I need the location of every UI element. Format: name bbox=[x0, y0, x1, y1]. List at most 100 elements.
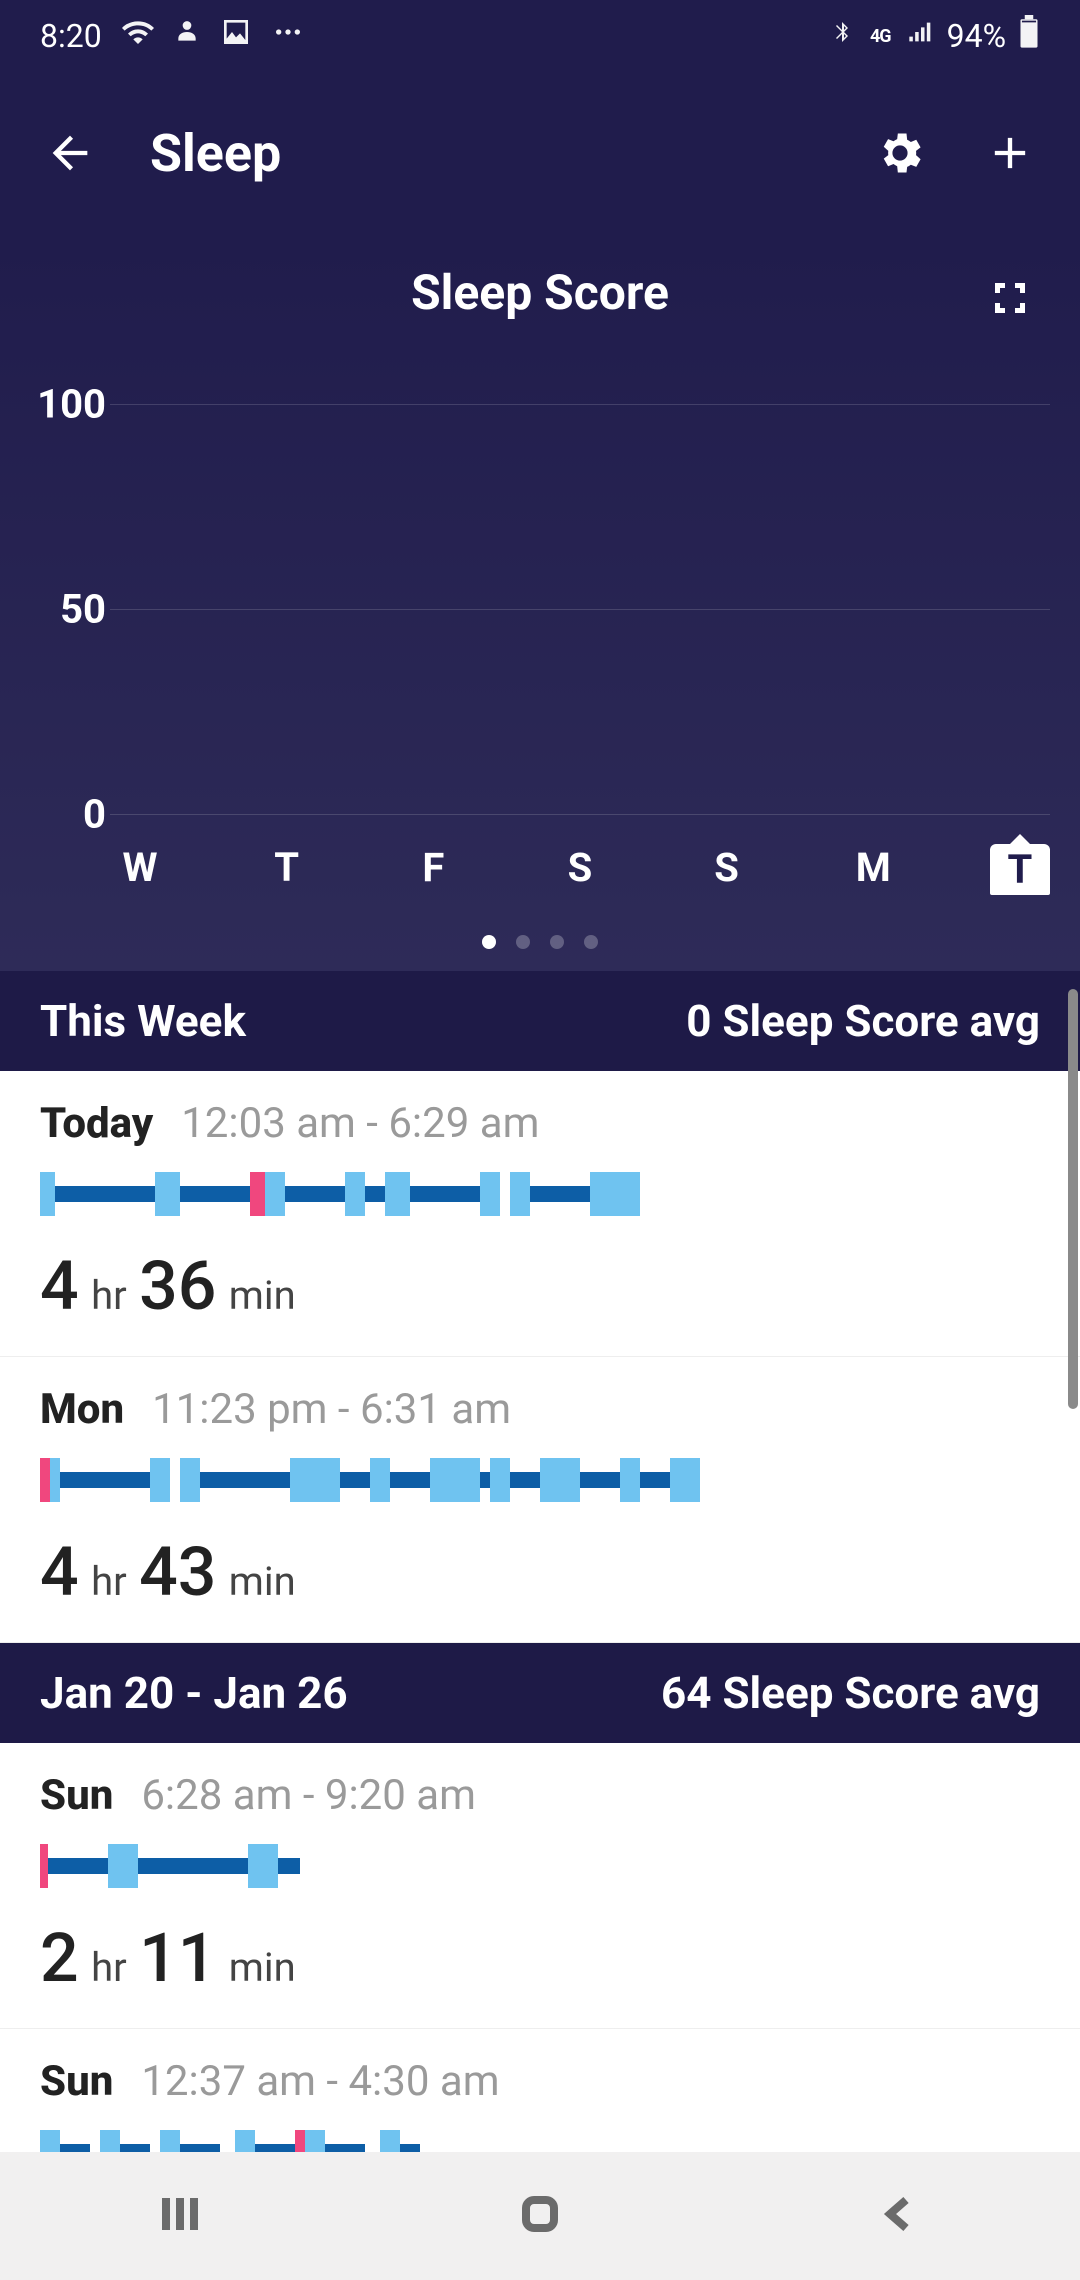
chart-x-label: F bbox=[403, 844, 463, 895]
page-dot[interactable] bbox=[584, 935, 598, 949]
app-bar: Sleep bbox=[0, 72, 1080, 234]
stage-segment bbox=[180, 1458, 200, 1502]
page-dot[interactable] bbox=[482, 935, 496, 949]
stage-segment bbox=[50, 1458, 60, 1502]
network-label: 4G bbox=[870, 26, 891, 47]
home-button[interactable] bbox=[516, 2190, 564, 2242]
stage-segment bbox=[55, 1186, 155, 1202]
battery-text: 94% bbox=[947, 17, 1006, 55]
nav-back-button[interactable] bbox=[876, 2190, 924, 2242]
page-dot[interactable] bbox=[516, 935, 530, 949]
stage-segment bbox=[490, 1458, 510, 1502]
add-button[interactable] bbox=[980, 123, 1040, 183]
stage-segment bbox=[180, 1186, 250, 1202]
stage-segment bbox=[480, 1472, 490, 1488]
entry-duration: 4 hr 36 min bbox=[40, 1246, 1040, 1326]
entry-time-range: 12:03 am - 6:29 am bbox=[181, 1099, 539, 1148]
page-dot[interactable] bbox=[550, 935, 564, 949]
chart-x-label: S bbox=[550, 844, 610, 895]
expand-button[interactable] bbox=[980, 268, 1040, 328]
stage-segment bbox=[155, 1172, 180, 1216]
sleep-entry[interactable]: Sun6:28 am - 9:20 am2 hr 11 min bbox=[0, 1743, 1080, 2029]
chart-y-label: 50 bbox=[60, 586, 106, 633]
sleep-stage-bar bbox=[40, 1844, 1040, 1888]
week-label: Jan 20 - Jan 26 bbox=[40, 1667, 348, 1719]
stage-segment bbox=[480, 1172, 500, 1216]
entry-day: Today bbox=[40, 1099, 153, 1148]
week-label: This Week bbox=[40, 995, 246, 1047]
status-right: 4G 94% bbox=[830, 15, 1040, 57]
sleep-score-chart[interactable]: Sleep Score 100500 WTFSSMT bbox=[0, 234, 1080, 971]
status-left: 8:20 bbox=[40, 16, 304, 56]
user-icon bbox=[174, 16, 200, 56]
battery-icon bbox=[1018, 15, 1040, 57]
page-indicator[interactable] bbox=[0, 935, 1080, 949]
scroll-thumb[interactable] bbox=[1068, 989, 1078, 1409]
stage-segment bbox=[265, 1172, 285, 1216]
entry-day: Sun bbox=[40, 2057, 113, 2106]
entry-duration: 2 hr 11 min bbox=[40, 1918, 1040, 1998]
stage-segment bbox=[285, 1186, 345, 1202]
recents-button[interactable] bbox=[156, 2190, 204, 2242]
stage-segment bbox=[108, 1844, 138, 1888]
stage-segment bbox=[410, 1186, 480, 1202]
chart-gridline bbox=[110, 814, 1050, 815]
stage-segment bbox=[365, 1186, 385, 1202]
stage-segment bbox=[345, 1172, 365, 1216]
stage-segment bbox=[48, 1858, 108, 1874]
entry-time-range: 6:28 am - 9:20 am bbox=[141, 1771, 476, 1820]
chart-title: Sleep Score bbox=[411, 264, 669, 321]
chart-axes: 100500 bbox=[30, 404, 1050, 814]
stage-segment bbox=[150, 1458, 170, 1502]
more-icon bbox=[272, 16, 304, 56]
stage-segment bbox=[340, 1472, 370, 1488]
wifi-icon bbox=[122, 16, 154, 56]
image-icon bbox=[220, 16, 252, 56]
status-bar: 8:20 4G 94% bbox=[0, 0, 1080, 72]
chart-x-label: M bbox=[843, 844, 903, 895]
stage-segment bbox=[200, 1472, 290, 1488]
chart-x-label: S bbox=[697, 844, 757, 895]
back-button[interactable] bbox=[40, 123, 100, 183]
stage-segment bbox=[248, 1844, 278, 1888]
stage-segment bbox=[530, 1186, 590, 1202]
chart-x-labels: WTFSSMT bbox=[110, 844, 1050, 895]
chart-gridline bbox=[110, 609, 1050, 610]
stage-segment bbox=[385, 1172, 410, 1216]
stage-segment bbox=[510, 1172, 530, 1216]
stage-segment bbox=[510, 1472, 540, 1488]
stage-segment bbox=[540, 1458, 580, 1502]
week-score: 64 Sleep Score avg bbox=[661, 1667, 1040, 1719]
stage-segment bbox=[250, 1172, 265, 1216]
chart-y-label: 100 bbox=[37, 381, 106, 428]
stage-segment bbox=[40, 1172, 55, 1216]
stage-segment bbox=[40, 1844, 48, 1888]
stage-segment bbox=[640, 1472, 670, 1488]
stage-segment bbox=[590, 1172, 640, 1216]
status-time: 8:20 bbox=[40, 17, 102, 55]
sleep-stage-bar bbox=[40, 1172, 1040, 1216]
chart-gridline bbox=[110, 404, 1050, 405]
week-score: 0 Sleep Score avg bbox=[686, 995, 1040, 1047]
chart-x-label: T bbox=[257, 844, 317, 895]
stage-segment bbox=[620, 1458, 640, 1502]
chart-x-label: W bbox=[110, 844, 170, 895]
stage-segment bbox=[670, 1458, 700, 1502]
page-title: Sleep bbox=[150, 123, 820, 184]
stage-segment bbox=[580, 1472, 620, 1488]
entry-time-range: 12:37 am - 4:30 am bbox=[141, 2057, 499, 2106]
settings-button[interactable] bbox=[870, 123, 930, 183]
stage-segment bbox=[278, 1858, 300, 1874]
stage-segment bbox=[390, 1472, 430, 1488]
sleep-entry[interactable]: Mon11:23 pm - 6:31 am4 hr 43 min bbox=[0, 1357, 1080, 1643]
chart-y-label: 0 bbox=[83, 791, 106, 838]
stage-segment bbox=[370, 1458, 390, 1502]
sleep-stage-bar bbox=[40, 1458, 1040, 1502]
week-header: This Week 0 Sleep Score avg bbox=[0, 971, 1080, 1071]
chart-x-label: T bbox=[990, 844, 1050, 895]
signal-icon bbox=[907, 16, 935, 56]
sleep-entry[interactable]: Today 12:03 am - 6:29 am 4 hr 36 min bbox=[0, 1071, 1080, 1357]
week-header: Jan 20 - Jan 26 64 Sleep Score avg bbox=[0, 1643, 1080, 1743]
stage-segment bbox=[290, 1458, 340, 1502]
entry-duration: 4 hr 43 min bbox=[40, 1532, 1040, 1612]
